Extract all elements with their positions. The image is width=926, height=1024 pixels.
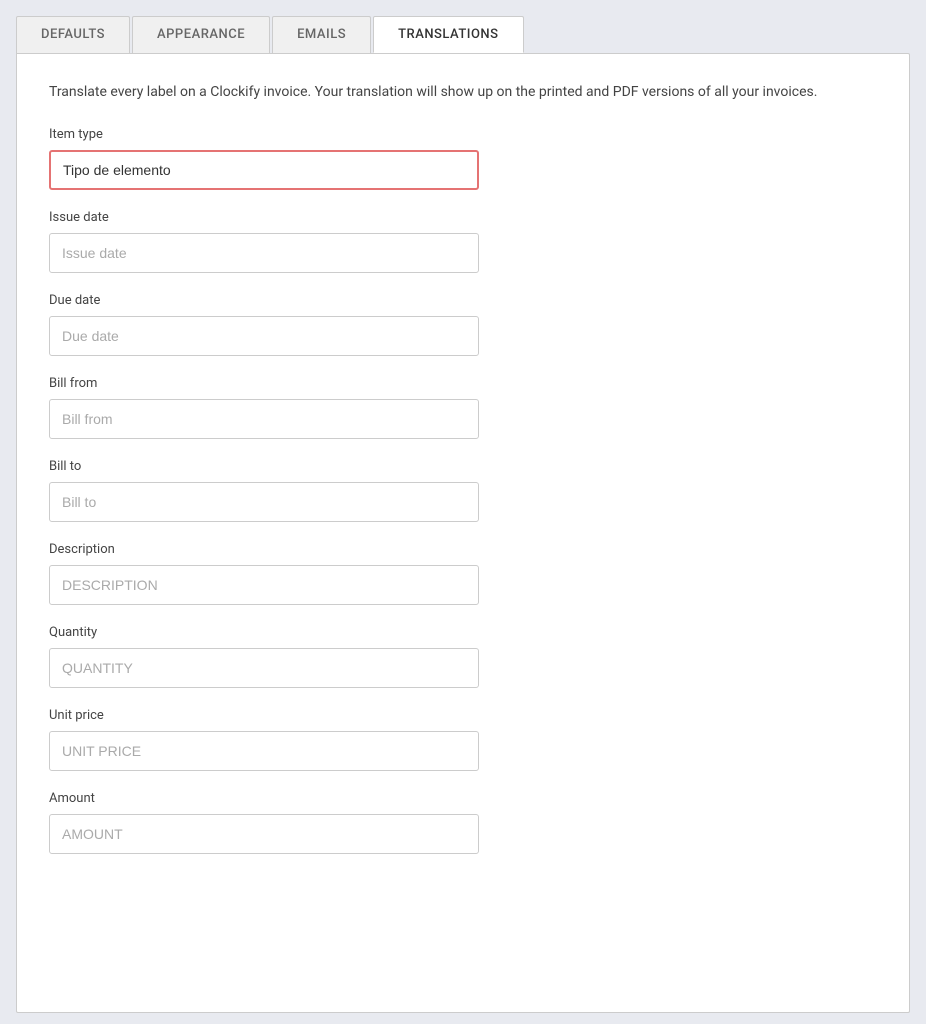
tab-translations[interactable]: TRANSLATIONS [373,16,523,53]
description-text: Translate every label on a Clockify invo… [49,82,877,103]
main-panel: Translate every label on a Clockify invo… [16,53,910,1013]
input-unit-price[interactable] [49,731,479,771]
input-bill-to[interactable] [49,482,479,522]
label-unit-price: Unit price [49,708,877,723]
input-bill-from[interactable] [49,399,479,439]
field-group-due-date: Due date [49,293,877,356]
input-amount[interactable] [49,814,479,854]
label-bill-from: Bill from [49,376,877,391]
label-item-type: Item type [49,127,877,142]
label-due-date: Due date [49,293,877,308]
label-amount: Amount [49,791,877,806]
input-quantity[interactable] [49,648,479,688]
tab-appearance[interactable]: APPEARANCE [132,16,270,53]
field-group-amount: Amount [49,791,877,854]
field-group-issue-date: Issue date [49,210,877,273]
label-bill-to: Bill to [49,459,877,474]
tab-defaults[interactable]: DEFAULTS [16,16,130,53]
field-group-quantity: Quantity [49,625,877,688]
input-description[interactable] [49,565,479,605]
field-group-item-type: Item type [49,127,877,190]
field-group-bill-from: Bill from [49,376,877,439]
tabs-bar: DEFAULTS APPEARANCE EMAILS TRANSLATIONS [0,0,926,53]
label-issue-date: Issue date [49,210,877,225]
field-group-unit-price: Unit price [49,708,877,771]
field-group-description: Description [49,542,877,605]
input-issue-date[interactable] [49,233,479,273]
label-description: Description [49,542,877,557]
input-due-date[interactable] [49,316,479,356]
tab-emails[interactable]: EMAILS [272,16,371,53]
input-item-type[interactable] [49,150,479,190]
label-quantity: Quantity [49,625,877,640]
field-group-bill-to: Bill to [49,459,877,522]
